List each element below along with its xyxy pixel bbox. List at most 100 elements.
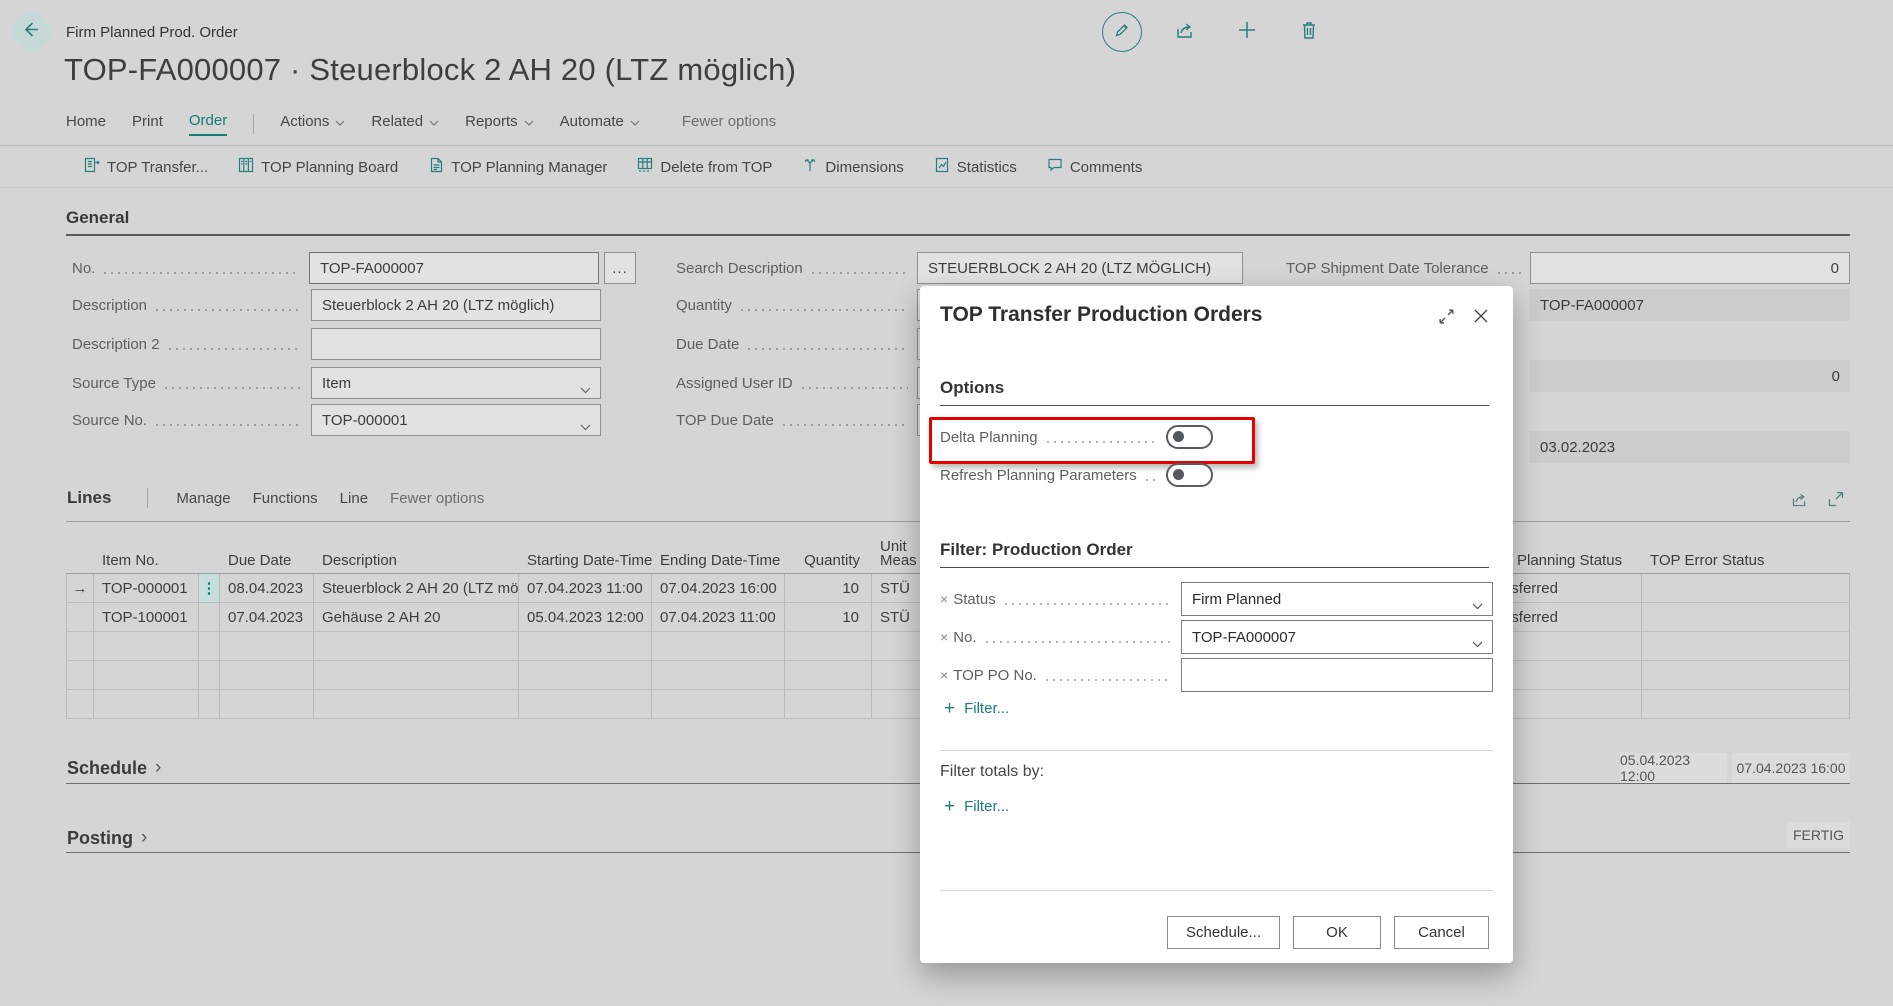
tab-print[interactable]: Print (132, 113, 163, 135)
dotted-leader (165, 387, 302, 389)
tab-reports[interactable]: Reports (465, 113, 534, 135)
tab-actions[interactable]: Actions (280, 113, 345, 135)
field-row-search-description: Search Description STEUERBLOCK 2 AH 20 (… (676, 252, 1243, 284)
add-filter-button[interactable]: + Filter... (944, 700, 1009, 717)
lines-fewer-options[interactable]: Fewer options (390, 490, 484, 507)
schedule-start-datetime: 05.04.2023 12:00 (1620, 753, 1727, 783)
shipment-tolerance-field[interactable]: 0 (1530, 252, 1850, 284)
source-no-select[interactable]: TOP-000001 (311, 404, 601, 436)
dialog-close-icon[interactable] (1473, 308, 1489, 329)
search-description-field[interactable]: STEUERBLOCK 2 AH 20 (LTZ MÖGLICH) (917, 252, 1243, 284)
description2-field[interactable] (311, 328, 601, 360)
schedule-button[interactable]: Schedule... (1167, 916, 1280, 949)
field-label: Description 2 (72, 336, 160, 353)
fewer-options-button[interactable]: Fewer options (682, 113, 776, 135)
tab-automate[interactable]: Automate (560, 113, 640, 135)
col-due-date[interactable]: Due Date (220, 554, 314, 573)
filter-label: Status (953, 591, 996, 608)
lines-share-icon[interactable] (1790, 490, 1809, 514)
field-label: Due Date (676, 336, 739, 353)
add-button[interactable] (1228, 13, 1266, 51)
tab-home[interactable]: Home (66, 113, 106, 135)
plus-icon: + (944, 799, 955, 815)
col-ending[interactable]: Ending Date-Time (652, 554, 785, 573)
source-type-select[interactable]: Item (311, 367, 601, 399)
lines-menu-manage[interactable]: Manage (176, 490, 230, 507)
field-row-description2: Description 2 (72, 328, 601, 360)
top-transfer-dialog: TOP Transfer Production Orders Options D… (920, 286, 1513, 963)
tab-order[interactable]: Order (189, 112, 227, 136)
clear-filter-icon[interactable]: × (940, 667, 948, 683)
col-quantity[interactable]: Quantity (785, 554, 872, 573)
ribbon-tabs: Home Print Order Actions Related Reports… (66, 112, 776, 136)
dotted-leader (1046, 679, 1172, 681)
readonly-date-field: 03.02.2023 (1530, 431, 1850, 463)
lines-section-title[interactable]: Lines (67, 488, 111, 508)
dialog-expand-icon[interactable] (1438, 308, 1455, 330)
top-po-filter-input[interactable] (1181, 658, 1493, 692)
dotted-leader (741, 309, 908, 311)
delta-planning-toggle[interactable] (1166, 425, 1213, 449)
field-label: Source No. (72, 412, 147, 429)
no-filter-select[interactable]: TOP-FA000007 (1181, 620, 1493, 654)
col-description[interactable]: Description (314, 554, 519, 573)
top-planning-board-button[interactable]: TOP Planning Board (238, 157, 398, 177)
field-label: TOP Due Date (676, 412, 774, 429)
error-status-cell[interactable] (1642, 603, 1850, 632)
delete-from-top-button[interactable]: Delete from TOP (637, 157, 772, 177)
status-filter-row: × Status Firm Planned (940, 582, 1493, 616)
status-filter-select[interactable]: Firm Planned (1181, 582, 1493, 616)
field-label: Source Type (72, 375, 156, 392)
lookup-ellipsis-button[interactable]: ... (604, 252, 636, 284)
chevron-down-icon (1472, 597, 1483, 614)
col-starting[interactable]: Starting Date-Time (519, 554, 652, 573)
share-button[interactable] (1166, 13, 1204, 51)
general-section-title[interactable]: General (66, 208, 129, 228)
options-section-title: Options (940, 378, 1004, 398)
refresh-parameters-toggle[interactable] (1166, 463, 1213, 487)
dotted-leader (1146, 479, 1157, 481)
description-field[interactable]: Steuerblock 2 AH 20 (LTZ möglich) (311, 289, 601, 321)
field-label: Search Description (676, 260, 803, 277)
cancel-button[interactable]: Cancel (1394, 916, 1489, 949)
delete-button[interactable] (1290, 13, 1328, 51)
edit-button[interactable] (1102, 12, 1142, 52)
ok-button[interactable]: OK (1293, 916, 1381, 949)
tab-divider (0, 145, 1893, 146)
dotted-leader (802, 387, 908, 389)
add-totals-filter-button[interactable]: + Filter... (944, 798, 1009, 815)
col-item-no[interactable]: Item No. (94, 554, 199, 573)
back-button[interactable] (12, 12, 50, 50)
chevron-down-icon (630, 113, 640, 130)
statistics-button[interactable]: Statistics (934, 157, 1017, 177)
row-options-icon[interactable]: ⋮ (199, 574, 220, 603)
error-status-cell[interactable] (1642, 574, 1850, 603)
readonly-number-field: 0 (1530, 360, 1850, 392)
tab-related[interactable]: Related (371, 113, 439, 135)
chevron-down-icon (1472, 635, 1483, 652)
filter-section-title: Filter: Production Order (940, 540, 1133, 560)
comments-button[interactable]: Comments (1047, 157, 1143, 177)
dimensions-icon (802, 157, 818, 177)
dimensions-button[interactable]: Dimensions (802, 157, 903, 177)
toggle-label: Delta Planning (940, 429, 1038, 446)
schedule-section-header[interactable]: Schedule› (67, 757, 161, 779)
dotted-leader (156, 424, 302, 426)
col-error-status[interactable]: TOP Error Status (1642, 554, 1850, 573)
top-planning-manager-button[interactable]: TOP Planning Manager (428, 157, 607, 177)
dialog-divider (940, 750, 1493, 751)
chevron-down-icon (429, 113, 439, 130)
chevron-down-icon (580, 381, 591, 398)
command-bar-divider (0, 187, 1893, 188)
toggle-label: Refresh Planning Parameters (940, 467, 1137, 484)
lines-menu-line[interactable]: Line (340, 490, 368, 507)
schedule-end-datetime: 07.04.2023 16:00 (1732, 753, 1850, 783)
clear-filter-icon[interactable]: × (940, 591, 948, 607)
lines-focus-mode-icon[interactable] (1827, 490, 1845, 514)
lines-menu-functions[interactable]: Functions (253, 490, 318, 507)
no-field[interactable]: TOP-FA000007 (309, 252, 599, 284)
top-transfer-button[interactable]: TOP Transfer... (84, 157, 208, 177)
posting-section-header[interactable]: Posting› (67, 827, 147, 849)
options-underline (940, 405, 1489, 406)
clear-filter-icon[interactable]: × (940, 629, 948, 645)
